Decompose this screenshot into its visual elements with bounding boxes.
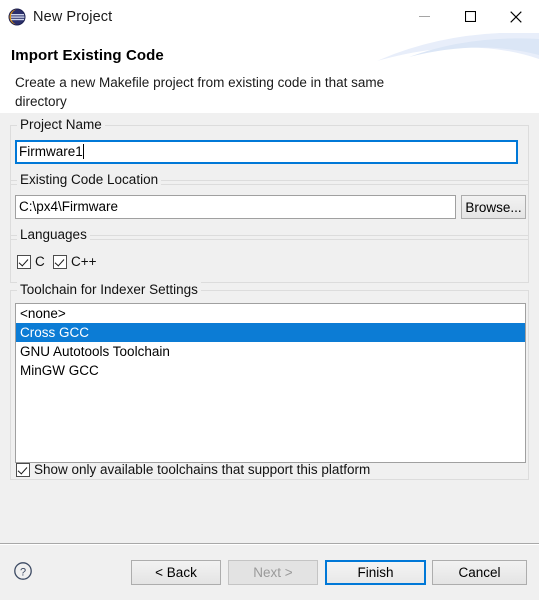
existing-code-location-group-label: Existing Code Location — [17, 172, 162, 187]
header-decoration-icon — [377, 33, 539, 61]
page-description: Create a new Makefile project from exist… — [15, 75, 385, 109]
project-name-input[interactable]: Firmware1 — [15, 140, 518, 164]
show-available-toolchains-checkbox[interactable]: Show only available toolchains that supp… — [16, 462, 370, 477]
eclipse-logo-icon — [8, 8, 26, 26]
button-bar-separator — [0, 543, 539, 545]
show-available-toolchains-label: Show only available toolchains that supp… — [34, 462, 371, 477]
language-checkbox-cpp[interactable]: C++ — [53, 254, 97, 269]
next-button[interactable]: Next > — [228, 560, 318, 585]
text-caret — [82, 144, 84, 159]
list-item-label: MinGW GCC — [20, 363, 99, 378]
list-item[interactable]: <none> — [16, 304, 525, 323]
project-name-group-label: Project Name — [17, 117, 105, 132]
toolchain-listbox[interactable]: <none> Cross GCC GNU Autotools Toolchain… — [15, 303, 526, 463]
toolchain-group-label: Toolchain for Indexer Settings — [17, 282, 201, 297]
cancel-button[interactable]: Cancel — [432, 560, 527, 585]
languages-group: Languages C C++ — [10, 227, 529, 283]
list-item[interactable]: Cross GCC — [16, 323, 525, 342]
page-title: Import Existing Code — [11, 47, 164, 64]
maximize-button[interactable] — [447, 0, 493, 33]
language-checkbox-cpp-label: C++ — [71, 254, 97, 269]
help-icon: ? — [14, 562, 32, 580]
language-checkbox-c[interactable]: C — [17, 254, 45, 269]
window-controls — [401, 0, 539, 33]
existing-code-location-value: C:\px4\Firmware — [19, 199, 119, 214]
list-item-label: Cross GCC — [20, 325, 90, 340]
window-title: New Project — [33, 8, 113, 25]
finish-button-label: Finish — [357, 565, 394, 580]
browse-button[interactable]: Browse... — [461, 195, 526, 219]
languages-group-label: Languages — [17, 227, 90, 242]
minimize-button[interactable] — [401, 0, 447, 33]
list-item-label: <none> — [20, 306, 66, 321]
help-button[interactable]: ? — [13, 561, 33, 581]
checkbox-checked-icon — [17, 254, 31, 269]
list-item[interactable]: GNU Autotools Toolchain — [16, 342, 525, 361]
close-icon — [510, 10, 522, 23]
language-checkbox-c-label: C — [35, 254, 45, 269]
checkbox-checked-icon — [16, 462, 30, 477]
list-item-label: GNU Autotools Toolchain — [20, 344, 170, 359]
checkbox-checked-icon — [53, 254, 67, 269]
title-bar: New Project — [0, 0, 539, 33]
browse-button-label: Browse... — [465, 199, 522, 215]
cancel-button-label: Cancel — [458, 565, 501, 580]
toolchain-group: Toolchain for Indexer Settings <none> Cr… — [10, 282, 529, 480]
next-button-label: Next > — [253, 565, 293, 580]
close-button[interactable] — [493, 0, 539, 33]
existing-code-location-input[interactable]: C:\px4\Firmware — [15, 195, 456, 219]
list-item[interactable]: MinGW GCC — [16, 361, 525, 380]
svg-text:?: ? — [20, 566, 26, 578]
minimize-icon — [418, 16, 430, 17]
maximize-icon — [464, 11, 476, 22]
back-button-label: < Back — [155, 565, 197, 580]
dialog-button-bar: ? < Back Next > Finish Cancel — [0, 543, 539, 600]
project-name-value: Firmware1 — [19, 144, 83, 159]
back-button[interactable]: < Back — [131, 560, 221, 585]
dialog-content: Project Name Firmware1 Existing Code Loc… — [0, 113, 539, 543]
wizard-header: Import Existing Code Create a new Makefi… — [0, 33, 539, 113]
finish-button[interactable]: Finish — [325, 560, 426, 585]
